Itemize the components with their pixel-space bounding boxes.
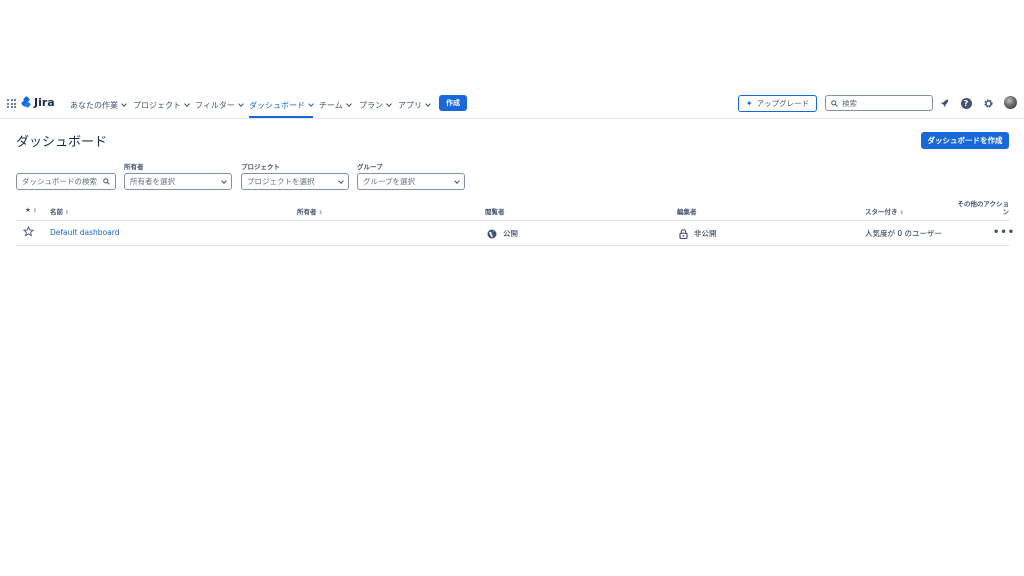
group-select[interactable]: グループを選択	[357, 173, 465, 190]
group-select-placeholder: グループを選択	[363, 177, 416, 186]
nav-label: あなたの作業	[70, 100, 118, 110]
app-name: Jira	[34, 96, 55, 109]
sort-icon: ⇕	[318, 210, 323, 216]
nav-dashboards[interactable]: ダッシュボード	[249, 98, 314, 118]
jira-logo[interactable]: Jira	[20, 95, 55, 109]
column-header-label: スター付き	[865, 208, 898, 216]
table-row-divider	[16, 245, 1009, 246]
project-filter-label: プロジェクト	[241, 163, 280, 171]
group-filter-label: グループ	[357, 163, 383, 171]
column-header-label: 所有者	[297, 208, 317, 216]
app-switcher-icon[interactable]	[7, 99, 16, 108]
notifications-icon[interactable]	[939, 97, 951, 109]
search-placeholder: 検索	[842, 98, 857, 108]
nav-label: アプリ	[398, 100, 422, 110]
sort-icon: ⇕	[65, 210, 70, 216]
sort-icon: ⇕	[32, 208, 38, 214]
owner-select[interactable]: 所有者を選択	[124, 173, 232, 190]
chevron-down-icon	[338, 177, 344, 184]
dashboard-search-placeholder: ダッシュボードの検索	[22, 177, 97, 186]
editors-cell: 非公開	[679, 228, 717, 239]
chevron-down-icon	[238, 101, 244, 107]
chevron-down-icon	[386, 101, 392, 107]
search-icon	[103, 178, 110, 185]
nav-label: プロジェクト	[133, 100, 181, 110]
jira-logo-icon	[20, 95, 32, 109]
settings-gear-icon[interactable]	[982, 97, 994, 109]
column-header-label: 名前	[50, 208, 63, 216]
sparkle-icon: ✦	[745, 99, 753, 108]
nav-label: チーム	[319, 100, 343, 110]
top-navigation: Jira あなたの作業 プロジェクト フィルター ダッシュボード チーム プラン…	[0, 93, 1024, 119]
editors-label: 非公開	[694, 229, 717, 238]
nav-label: プラン	[359, 100, 383, 110]
global-search-input[interactable]: 検索	[825, 95, 933, 111]
nav-teams[interactable]: チーム	[319, 98, 352, 112]
chevron-down-icon	[308, 101, 314, 107]
chevron-down-icon	[345, 101, 352, 107]
starred-by-cell: 人気度が 0 のユーザー	[865, 229, 942, 238]
search-icon	[831, 99, 838, 107]
project-select-placeholder: プロジェクトを選択	[247, 177, 315, 186]
upgrade-button[interactable]: ✦ アップグレード	[738, 95, 817, 112]
page-title: ダッシュボード	[16, 135, 108, 150]
help-icon[interactable]: ?	[960, 97, 972, 109]
star-header-icon: ★	[25, 206, 31, 214]
dashboard-link[interactable]: Default dashboard	[50, 228, 119, 237]
nav-plans[interactable]: プラン	[359, 98, 392, 112]
nav-filters[interactable]: フィルター	[195, 98, 244, 112]
avatar[interactable]	[1004, 96, 1017, 109]
column-header-name[interactable]: 名前 ⇕	[50, 206, 69, 216]
chevron-down-icon	[121, 101, 127, 107]
dashboard-search-input[interactable]: ダッシュボードの検索	[16, 173, 116, 190]
column-header-more-actions: その他のアクション	[957, 200, 1009, 216]
viewers-cell: 公開	[487, 228, 518, 239]
nav-apps[interactable]: アプリ	[398, 98, 431, 112]
column-header-owner[interactable]: 所有者 ⇕	[297, 206, 323, 216]
owner-filter-label: 所有者	[124, 163, 144, 171]
owner-select-placeholder: 所有者を選択	[130, 177, 175, 186]
column-header-viewers: 閲覧者	[485, 208, 505, 216]
create-button[interactable]: 作成	[439, 95, 467, 111]
star-toggle-icon[interactable]	[23, 226, 34, 237]
chevron-down-icon	[184, 101, 190, 107]
lock-icon	[679, 228, 688, 239]
column-header-starred-by[interactable]: スター付き ⇕	[865, 206, 904, 216]
create-dashboard-button[interactable]: ダッシュボードを作成	[921, 132, 1009, 149]
nav-your-work[interactable]: あなたの作業	[70, 98, 127, 112]
upgrade-label: アップグレード	[756, 99, 810, 108]
nav-label: フィルター	[195, 100, 235, 110]
project-select[interactable]: プロジェクトを選択	[241, 173, 349, 190]
viewers-label: 公開	[503, 229, 518, 238]
chevron-down-icon	[425, 101, 431, 107]
chevron-down-icon	[454, 177, 460, 184]
column-header-star[interactable]: ★ ⇕	[25, 206, 37, 214]
nav-label: ダッシュボード	[249, 100, 305, 110]
chevron-down-icon	[221, 177, 227, 184]
more-actions-icon[interactable]: •••	[993, 227, 1015, 238]
table-header-divider	[16, 220, 1009, 221]
globe-icon	[487, 229, 497, 238]
sort-icon: ⇕	[899, 210, 904, 216]
nav-projects[interactable]: プロジェクト	[133, 98, 190, 112]
column-header-editors: 編集者	[677, 208, 697, 216]
